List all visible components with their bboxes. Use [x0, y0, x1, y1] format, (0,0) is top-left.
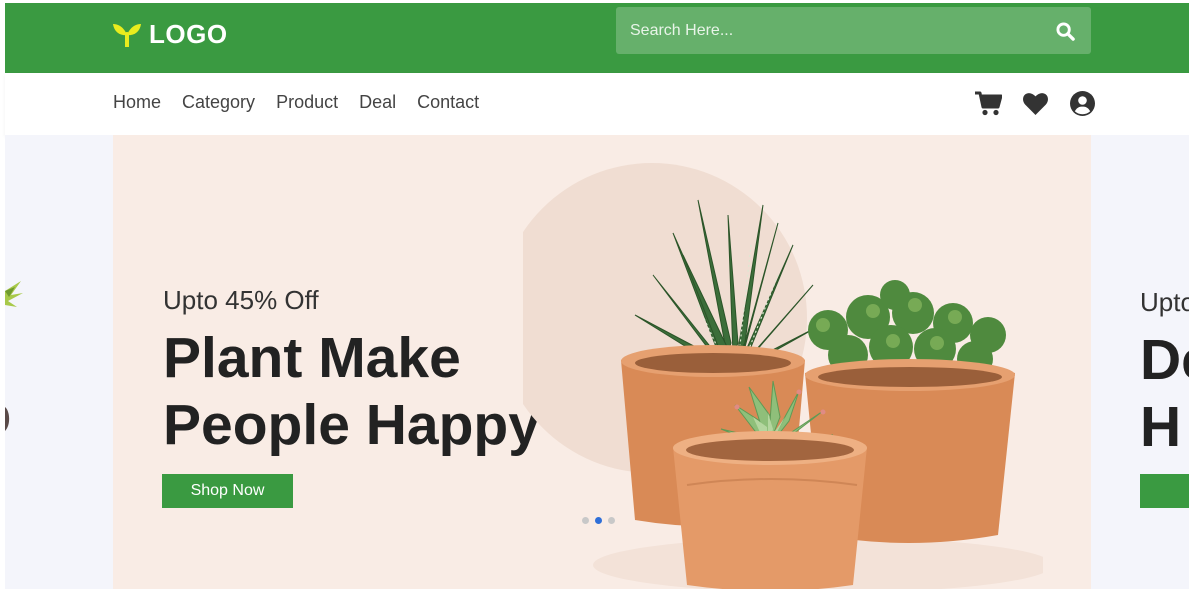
shop-now-button[interactable]: Shop Now	[162, 474, 293, 508]
heart-icon	[1023, 92, 1048, 115]
carousel-dot-1[interactable]	[582, 517, 589, 524]
nav-link-category[interactable]: Category	[182, 92, 255, 113]
hero-title: Plant Make People Happy	[163, 325, 583, 459]
next-slide-peek: Upto De H Sh	[1091, 135, 1189, 589]
next-slide-title-line-2: H	[1140, 395, 1182, 459]
cart-button[interactable]	[975, 90, 1002, 117]
logo[interactable]: LOGO	[113, 17, 228, 51]
next-slide-button[interactable]: Sh	[1140, 474, 1189, 508]
wishlist-button[interactable]	[1022, 90, 1049, 117]
account-button[interactable]	[1069, 90, 1096, 117]
nav-link-contact[interactable]: Contact	[417, 92, 479, 113]
plant-illustration	[5, 281, 23, 431]
cart-icon	[975, 91, 1002, 116]
previous-slide-peek	[5, 135, 113, 589]
hero-carousel: Upto 45% Off Plant Make People Happy Sho…	[5, 135, 1189, 589]
nav-links: Home Category Product Deal Contact	[113, 92, 479, 113]
hero-subtitle: Upto 45% Off	[163, 285, 319, 315]
search-input[interactable]	[616, 7, 1036, 54]
user-circle-icon	[1070, 91, 1095, 116]
nav-link-deal[interactable]: Deal	[359, 92, 396, 113]
carousel-dot-2[interactable]	[595, 517, 602, 524]
search-button[interactable]	[1053, 19, 1077, 43]
nav-link-home[interactable]: Home	[113, 92, 161, 113]
logo-text: LOGO	[149, 18, 228, 49]
carousel-dots	[582, 517, 615, 524]
hero-slide: Upto 45% Off Plant Make People Happy Sho…	[113, 135, 1091, 589]
next-slide-title: De H	[1140, 327, 1189, 461]
top-header: LOGO	[5, 3, 1189, 73]
next-slide-subtitle: Upto	[1140, 287, 1189, 317]
sprout-icon	[113, 24, 141, 47]
next-slide-title-line-1: De	[1140, 328, 1189, 392]
main-nav: Home Category Product Deal Contact	[5, 73, 1189, 135]
hero-title-line-1: Plant Make	[163, 326, 461, 390]
hero-title-line-2: People Happy	[163, 393, 540, 457]
nav-link-product[interactable]: Product	[276, 92, 338, 113]
search-bar	[616, 7, 1091, 54]
nav-icon-group	[975, 90, 1096, 117]
search-icon	[1055, 21, 1075, 41]
carousel-dot-3[interactable]	[608, 517, 615, 524]
